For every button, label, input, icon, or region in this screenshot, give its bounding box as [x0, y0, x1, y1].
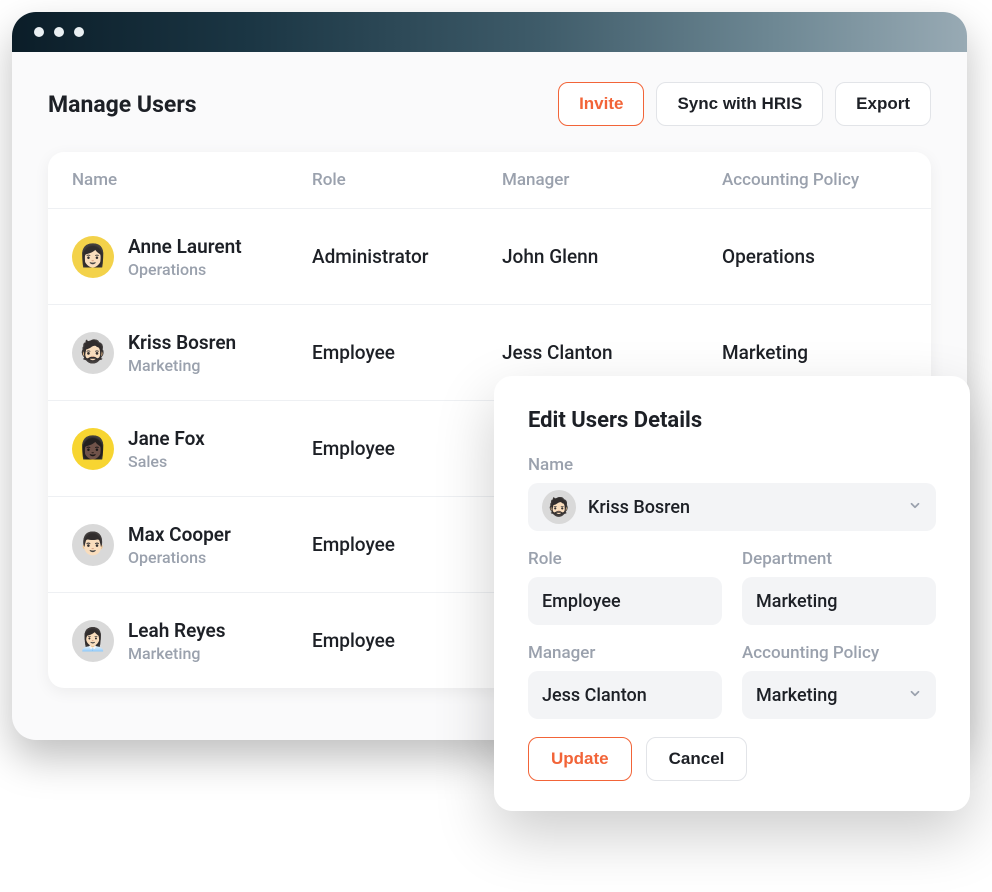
role-input[interactable]: Employee	[528, 577, 722, 625]
user-role: Employee	[312, 629, 502, 652]
user-name: Jane Fox	[128, 427, 205, 450]
user-dept: Operations	[128, 260, 242, 279]
avatar: 👩🏻‍💼	[72, 620, 114, 662]
chevron-down-icon	[908, 685, 922, 706]
user-manager: Jess Clanton	[502, 341, 722, 364]
department-value: Marketing	[756, 591, 837, 612]
header-actions: Invite Sync with HRIS Export	[558, 82, 931, 126]
manager-value: Jess Clanton	[542, 685, 647, 706]
update-button[interactable]: Update	[528, 737, 632, 781]
panel-actions: Update Cancel	[528, 737, 936, 781]
field-label-manager: Manager	[528, 643, 722, 663]
user-role: Employee	[312, 437, 502, 460]
user-role: Employee	[312, 533, 502, 556]
traffic-light-dot[interactable]	[74, 27, 84, 37]
avatar: 👨🏻	[72, 524, 114, 566]
policy-select[interactable]: Marketing	[742, 671, 936, 719]
manager-input[interactable]: Jess Clanton	[528, 671, 722, 719]
field-label-name: Name	[528, 455, 936, 475]
table-row[interactable]: 👩🏻 Anne Laurent Operations AdministratorJoh…	[48, 208, 931, 304]
column-header-role: Role	[312, 170, 502, 190]
panel-title: Edit Users Details	[528, 408, 936, 433]
sync-hris-button[interactable]: Sync with HRIS	[656, 82, 823, 126]
field-label-department: Department	[742, 549, 936, 569]
avatar: 👩🏿	[72, 428, 114, 470]
column-header-policy: Accounting Policy	[722, 170, 907, 190]
name-select-value: Kriss Bosren	[588, 497, 690, 518]
user-role: Administrator	[312, 245, 502, 268]
chevron-down-icon	[908, 497, 922, 518]
name-select[interactable]: 🧔🏻 Kriss Bosren	[528, 483, 936, 531]
traffic-light-dot[interactable]	[54, 27, 64, 37]
window-titlebar	[12, 12, 967, 52]
role-value: Employee	[542, 591, 621, 612]
avatar: 🧔🏻	[72, 332, 114, 374]
avatar: 🧔🏻	[542, 490, 576, 524]
table-header: Name Role Manager Accounting Policy	[48, 152, 931, 208]
user-name: Leah Reyes	[128, 619, 226, 642]
column-header-manager: Manager	[502, 170, 722, 190]
department-input[interactable]: Marketing	[742, 577, 936, 625]
user-dept: Sales	[128, 452, 205, 471]
user-name: Max Cooper	[128, 523, 231, 546]
invite-button[interactable]: Invite	[558, 82, 644, 126]
avatar: 👩🏻	[72, 236, 114, 278]
page-header: Manage Users Invite Sync with HRIS Expor…	[12, 52, 967, 144]
user-dept: Marketing	[128, 356, 236, 375]
user-policy: Marketing	[722, 341, 907, 364]
edit-user-panel: Edit Users Details Name 🧔🏻 Kriss Bosren …	[494, 376, 970, 811]
policy-value: Marketing	[756, 685, 837, 706]
user-policy: Operations	[722, 245, 907, 268]
user-manager: John Glenn	[502, 245, 722, 268]
user-role: Employee	[312, 341, 502, 364]
field-label-policy: Accounting Policy	[742, 643, 936, 663]
user-name: Kriss Bosren	[128, 331, 236, 354]
field-label-role: Role	[528, 549, 722, 569]
user-name: Anne Laurent	[128, 235, 242, 258]
export-button[interactable]: Export	[835, 82, 931, 126]
user-dept: Operations	[128, 548, 231, 567]
user-dept: Marketing	[128, 644, 226, 663]
traffic-light-dot[interactable]	[34, 27, 44, 37]
page-title: Manage Users	[48, 91, 197, 118]
column-header-name: Name	[72, 170, 312, 190]
cancel-button[interactable]: Cancel	[646, 737, 748, 781]
